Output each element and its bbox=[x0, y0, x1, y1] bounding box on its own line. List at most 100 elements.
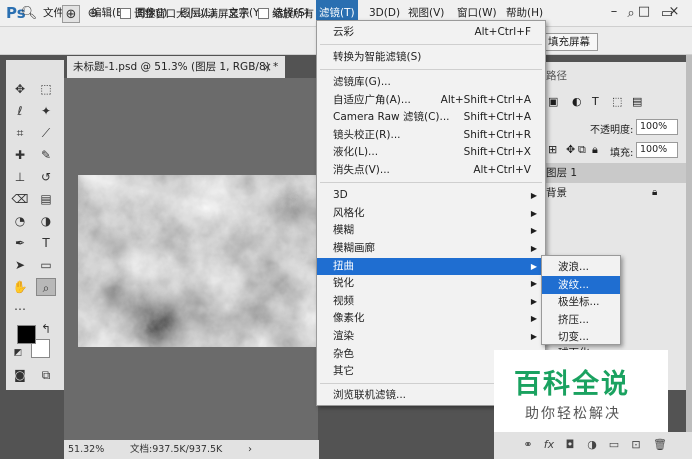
hand-tool-icon[interactable]: ✋ bbox=[10, 278, 30, 296]
new-layer-icon[interactable]: ⊡ bbox=[628, 437, 644, 453]
menu-item-clouds[interactable]: 云彩 Alt+Ctrl+F bbox=[317, 24, 545, 41]
menu-item-label: 模糊画廊 bbox=[333, 242, 375, 254]
menu-item-vanishing-point[interactable]: 消失点(V)... Alt+Ctrl+V bbox=[317, 162, 545, 179]
filter-smart-icon[interactable]: ▤ bbox=[632, 95, 642, 108]
menu-item-adaptive-wide[interactable]: 自适应广角(A)... Alt+Shift+Ctrl+A bbox=[317, 92, 545, 109]
zoom-tool-selected-icon[interactable]: ⌕ bbox=[36, 278, 56, 296]
status-menu-arrow[interactable]: › bbox=[248, 440, 252, 459]
type-tool-icon[interactable]: T bbox=[36, 234, 56, 252]
menu-item-label: 滤镜库(G)... bbox=[333, 76, 391, 88]
menu-item-label: 镜头校正(R)... bbox=[333, 129, 401, 141]
zoom-all-checkbox[interactable] bbox=[258, 8, 269, 19]
marquee-tool-icon[interactable]: ⬚ bbox=[36, 80, 56, 98]
fill-input[interactable]: 100% bbox=[636, 142, 678, 158]
menu-item-label: 锐化 bbox=[333, 277, 354, 289]
pen-tool-icon[interactable]: ✒ bbox=[10, 234, 30, 252]
menu-item-distort[interactable]: 扭曲 ▶ bbox=[317, 258, 545, 275]
fx-icon[interactable]: fx bbox=[541, 437, 557, 453]
lock-pixels-icon[interactable]: ⊞ bbox=[548, 143, 557, 156]
brush-tool-icon[interactable]: ✎ bbox=[36, 146, 56, 164]
history-brush-icon[interactable]: ↺ bbox=[36, 168, 56, 186]
menu-item-render[interactable]: 渲染 ▶ bbox=[317, 328, 545, 345]
group-icon[interactable]: ▭ bbox=[606, 437, 622, 453]
screen-mode-icon[interactable]: ⧉ bbox=[36, 366, 56, 384]
menu-item-stylize[interactable]: 风格化 ▶ bbox=[317, 205, 545, 222]
opacity-input[interactable]: 100% bbox=[636, 119, 678, 135]
menu-item-filter-gallery[interactable]: 滤镜库(G)... bbox=[317, 74, 545, 91]
healing-brush-icon[interactable]: ✚ bbox=[10, 146, 30, 164]
document-close-icon[interactable]: × bbox=[262, 56, 276, 78]
lock-position-icon[interactable]: ✥ bbox=[566, 143, 575, 156]
menu-item-blur[interactable]: 模糊 ▶ bbox=[317, 222, 545, 239]
clouds-canvas[interactable] bbox=[78, 175, 318, 347]
fill-screen-button[interactable]: 填充屏幕 bbox=[540, 33, 598, 51]
layer-row-background[interactable]: 背景 🔒︎ bbox=[540, 183, 686, 203]
submenu-item-ripple[interactable]: 波纹... bbox=[542, 276, 620, 294]
blur-tool-icon[interactable]: ◔ bbox=[10, 212, 30, 230]
menu-item-shortcut: Alt+Ctrl+F bbox=[474, 26, 531, 38]
filter-adjust-icon[interactable]: ◐ bbox=[572, 95, 582, 108]
filter-image-icon[interactable]: ▣ bbox=[548, 95, 558, 108]
gradient-tool-icon[interactable]: ▤ bbox=[36, 190, 56, 208]
zoom-out-icon[interactable]: ⊖ bbox=[84, 5, 102, 23]
submenu-item-polar-coordinates[interactable]: 极坐标... bbox=[542, 293, 620, 311]
zoom-in-icon[interactable]: ⊕ bbox=[62, 5, 80, 23]
foreground-color-swatch[interactable] bbox=[17, 325, 36, 344]
layer-name: 图层 1 bbox=[546, 167, 578, 179]
add-mask-icon[interactable]: ◘ bbox=[562, 437, 578, 453]
menu-item-sharpen[interactable]: 锐化 ▶ bbox=[317, 275, 545, 292]
eraser-tool-icon[interactable]: ⌫ bbox=[10, 190, 30, 208]
menu-item-camera-raw[interactable]: Camera Raw 滤镜(C)... Shift+Ctrl+A bbox=[317, 109, 545, 126]
more-tools-icon[interactable]: ⋯ bbox=[10, 300, 30, 318]
menu-item-shortcut: Shift+Ctrl+A bbox=[463, 111, 531, 123]
filter-shape-icon[interactable]: ⬚ bbox=[612, 95, 622, 108]
swap-colors-icon[interactable]: ↰ bbox=[40, 320, 52, 338]
menu-item-label: 3D bbox=[333, 189, 348, 201]
submenu-item-pinch[interactable]: 挤压... bbox=[542, 311, 620, 329]
path-selection-icon[interactable]: ➤ bbox=[10, 256, 30, 274]
submenu-arrow-icon: ▶ bbox=[530, 314, 537, 323]
document-tab[interactable]: 未标题-1.psd @ 51.3% (图层 1, RGB/8) * bbox=[67, 56, 285, 78]
menu-item-pixelate[interactable]: 像素化 ▶ bbox=[317, 310, 545, 327]
quick-mask-icon[interactable]: ◙ bbox=[10, 366, 30, 384]
menu-item-label: 渲染 bbox=[333, 330, 354, 342]
tab-paths[interactable]: 路径 bbox=[546, 66, 606, 86]
default-colors-icon[interactable]: ◩ bbox=[12, 344, 24, 362]
lasso-tool-icon[interactable]: ℓ bbox=[10, 102, 30, 120]
magic-wand-icon[interactable]: ✦ bbox=[36, 102, 56, 120]
menu-item-3d[interactable]: 3D ▶ bbox=[317, 187, 545, 204]
submenu-item-wave[interactable]: 波浪... bbox=[542, 258, 620, 276]
layer-row-layer1[interactable]: 图层 1 bbox=[540, 163, 686, 183]
submenu-arrow-icon: ▶ bbox=[530, 244, 537, 253]
menu-item-lens-correction[interactable]: 镜头校正(R)... Shift+Ctrl+R bbox=[317, 127, 545, 144]
resize-windows-checkbox[interactable] bbox=[120, 8, 131, 19]
watermark-subtitle: 助你轻松解决 bbox=[525, 406, 621, 422]
menu-item-blur-gallery[interactable]: 模糊画廊 ▶ bbox=[317, 240, 545, 257]
zoom-level[interactable]: 51.32% bbox=[68, 440, 104, 459]
submenu-arrow-icon: ▶ bbox=[530, 209, 537, 218]
resize-windows-label: 调整窗口大小以满屏显示 bbox=[134, 8, 250, 20]
dodge-tool-icon[interactable]: ◑ bbox=[36, 212, 56, 230]
menu-item-shortcut: Shift+Ctrl+X bbox=[463, 146, 531, 158]
zoom-tool-icon[interactable]: 🔍︎ bbox=[20, 5, 38, 23]
menu-item-video[interactable]: 视频 ▶ bbox=[317, 293, 545, 310]
crop-tool-icon[interactable]: ⌗ bbox=[10, 124, 30, 142]
search-icon[interactable]: ⌕ bbox=[622, 5, 640, 23]
workspace-icon[interactable]: ▭ bbox=[658, 5, 676, 23]
clone-stamp-icon[interactable]: ⊥ bbox=[10, 168, 30, 186]
link-layers-icon[interactable]: ⚭ bbox=[520, 437, 536, 453]
lock-artboard-icon[interactable]: ⧉ bbox=[578, 143, 586, 157]
eyedropper-icon[interactable]: ⟋ bbox=[36, 124, 56, 142]
move-tool-icon[interactable]: ✥ bbox=[10, 80, 30, 98]
menu-item-label: 杂色 bbox=[333, 348, 354, 360]
filter-type-icon[interactable]: T bbox=[592, 95, 599, 108]
menu-item-convert-smart[interactable]: 转换为智能滤镜(S) bbox=[317, 49, 545, 66]
rectangle-tool-icon[interactable]: ▭ bbox=[36, 256, 56, 274]
trash-icon[interactable]: 🗑︎ bbox=[652, 437, 668, 453]
menu-item-label: 自适应广角(A)... bbox=[333, 94, 411, 106]
adjustment-layer-icon[interactable]: ◑ bbox=[584, 437, 600, 453]
menu-item-label: 风格化 bbox=[333, 207, 365, 219]
lock-all-icon[interactable]: 🔒︎ bbox=[592, 143, 598, 157]
menu-item-liquify[interactable]: 液化(L)... Shift+Ctrl+X bbox=[317, 144, 545, 161]
lock-icon: 🔒︎ bbox=[652, 187, 658, 198]
